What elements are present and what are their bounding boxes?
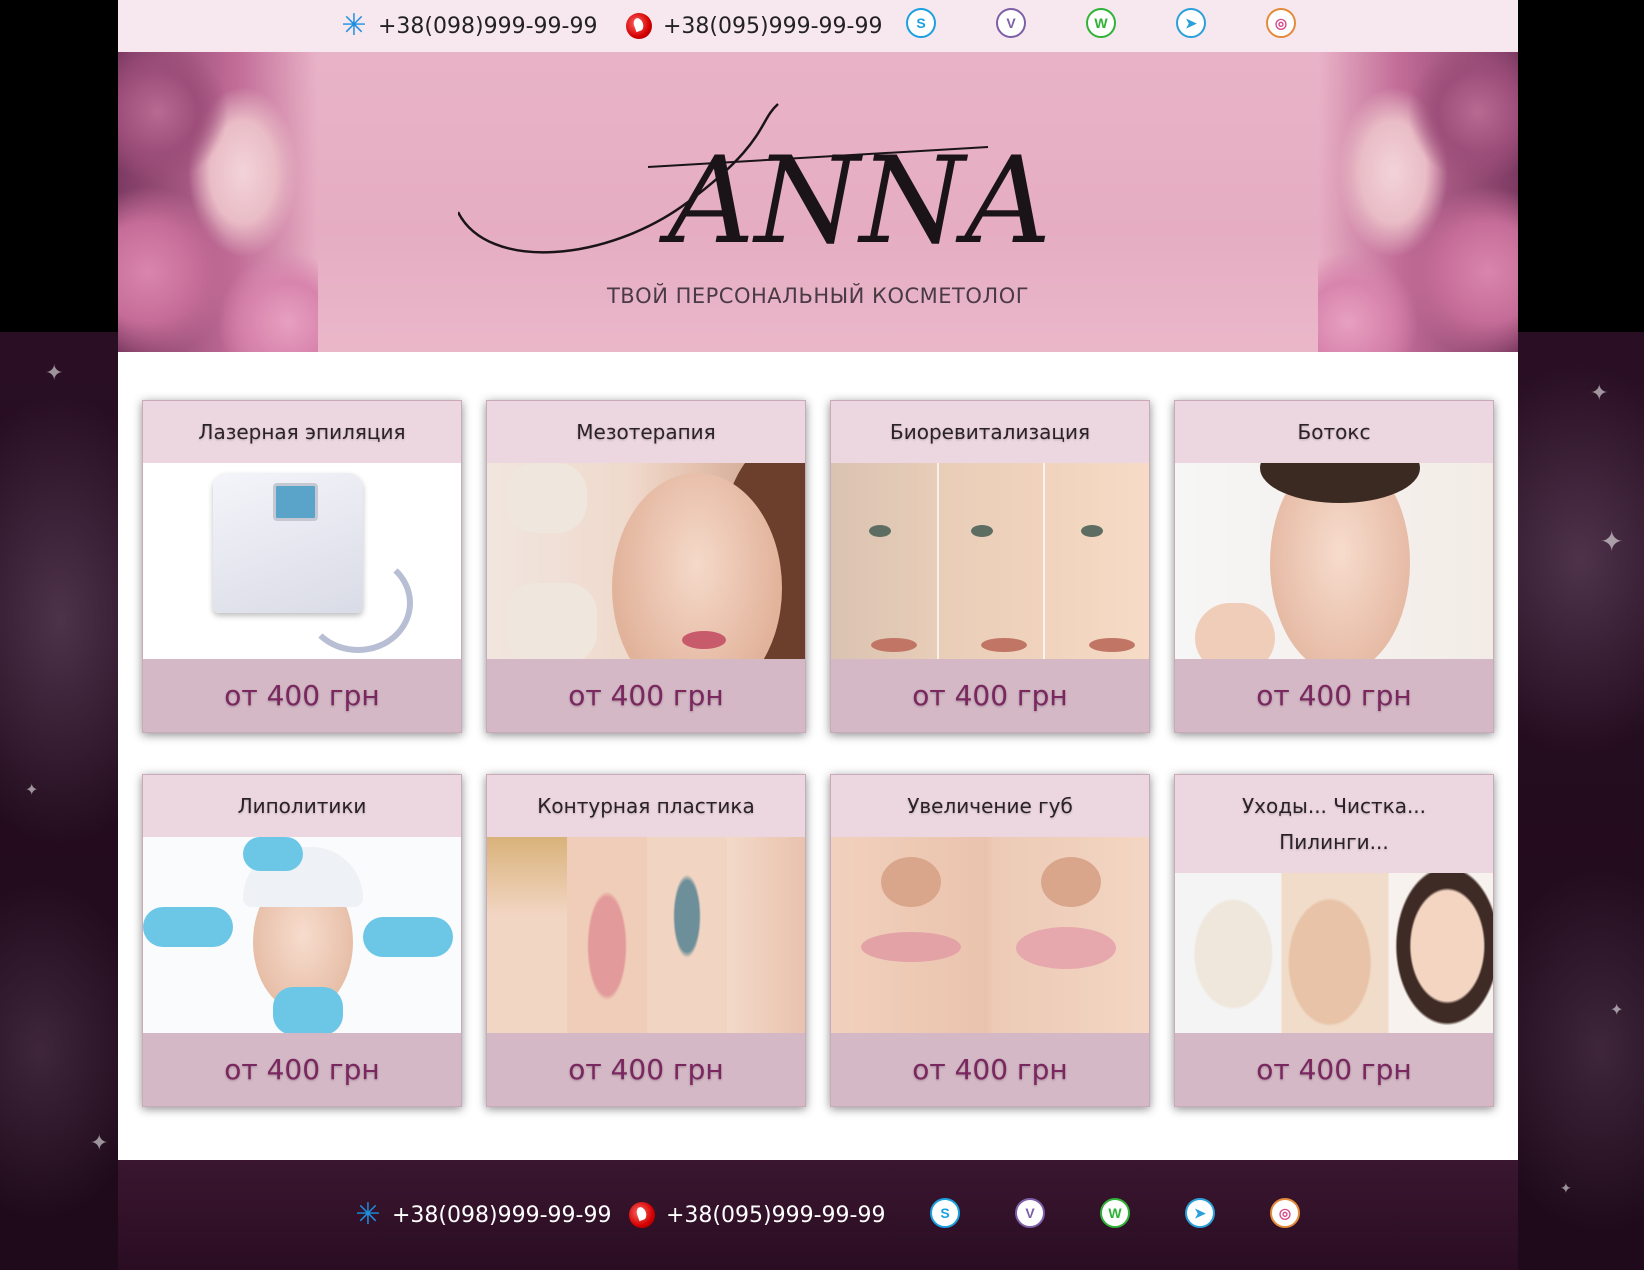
service-card-mesotherapy[interactable]: Мезотерапия от 400 грн: [486, 400, 806, 733]
kyivstar-icon: ✳: [341, 8, 367, 43]
service-title: Увеличение губ: [831, 775, 1149, 837]
service-price: от 400 грн: [487, 1033, 805, 1106]
kyivstar-phone: +38(098)999-99-99: [378, 13, 598, 39]
instagram-icon[interactable]: ◎: [1270, 1198, 1300, 1228]
lipolytics-image: [143, 837, 461, 1035]
viber-icon[interactable]: V: [1015, 1198, 1045, 1228]
sparkle-icon: ✦: [45, 360, 64, 385]
services-section: Лазерная эпиляция от 400 грн Мезотерапия…: [118, 352, 1518, 1160]
laser-device-image: [143, 463, 461, 661]
service-price: от 400 грн: [143, 1033, 461, 1106]
sparkle-icon: ✦: [1610, 1002, 1624, 1019]
service-card-biorevitalization[interactable]: Биоревитализация от 400 грн: [830, 400, 1150, 733]
service-title: Уходы... Чистка... Пилинги...: [1175, 775, 1493, 873]
service-price: от 400 грн: [487, 659, 805, 732]
service-card-lip-augmentation[interactable]: Увеличение губ от 400 грн: [830, 774, 1150, 1107]
service-title: Контурная пластика: [487, 775, 805, 837]
header-banner: ANNA ТВОЙ ПЕРСОНАЛЬНЫЙ КОСМЕТОЛОГ: [118, 52, 1518, 352]
sparkle-icon: ✦: [1590, 380, 1609, 405]
botox-image: [1175, 463, 1493, 661]
vodafone-phone: +38(095)999-99-99: [666, 1202, 886, 1228]
footer-vodafone-phone-link[interactable]: +38(095)999-99-99: [628, 1160, 885, 1270]
whatsapp-icon[interactable]: W: [1086, 8, 1116, 38]
service-title: Липолитики: [143, 775, 461, 837]
sparkle-icon: ✦: [90, 1130, 109, 1155]
service-title: Ботокс: [1175, 401, 1493, 463]
kyivstar-icon: ✳: [355, 1197, 381, 1232]
vodafone-icon: [625, 12, 653, 40]
service-card-lipolytics[interactable]: Липолитики от 400 грн: [142, 774, 462, 1107]
service-price: от 400 грн: [831, 659, 1149, 732]
service-title: Биоревитализация: [831, 401, 1149, 463]
service-title: Мезотерапия: [487, 401, 805, 463]
skype-icon[interactable]: S: [930, 1198, 960, 1228]
telegram-icon[interactable]: ➤: [1185, 1198, 1215, 1228]
vodafone-phone-link[interactable]: +38(095)999-99-99: [625, 0, 882, 52]
service-card-skincare[interactable]: Уходы... Чистка... Пилинги... от 400 грн: [1174, 774, 1494, 1107]
biorevitalization-image: [831, 463, 1149, 661]
tagline: ТВОЙ ПЕРСОНАЛЬНЫЙ КОСМЕТОЛОГ: [606, 284, 1030, 308]
skincare-image: [1175, 873, 1493, 1035]
telegram-icon[interactable]: ➤: [1176, 8, 1206, 38]
top-contact-bar: ✳ +38(098)999-99-99 +38(095)999-99-99 S …: [118, 0, 1518, 52]
footer-contact-bar: ✳ +38(098)999-99-99 +38(095)999-99-99 S …: [118, 1160, 1518, 1270]
instagram-icon[interactable]: ◎: [1266, 8, 1296, 38]
vodafone-icon: [628, 1201, 656, 1229]
lip-augmentation-image: [831, 837, 1149, 1035]
kyivstar-phone-link[interactable]: ✳ +38(098)999-99-99: [340, 0, 597, 52]
service-price: от 400 грн: [1175, 659, 1493, 732]
logo-letters: ANNA: [658, 132, 1051, 271]
service-card-botox[interactable]: Ботокс от 400 грн: [1174, 400, 1494, 733]
sparkle-icon: ✦: [1600, 526, 1624, 557]
service-title: Лазерная эпиляция: [143, 401, 461, 463]
service-price: от 400 грн: [143, 659, 461, 732]
skype-icon[interactable]: S: [906, 8, 936, 38]
service-price: от 400 грн: [831, 1033, 1149, 1106]
service-card-contour[interactable]: Контурная пластика от 400 грн: [486, 774, 806, 1107]
kyivstar-phone: +38(098)999-99-99: [392, 1202, 612, 1228]
mesotherapy-image: [487, 463, 805, 661]
vodafone-phone: +38(095)999-99-99: [663, 13, 883, 39]
page-container: ✳ +38(098)999-99-99 +38(095)999-99-99 S …: [118, 0, 1518, 1270]
whatsapp-icon[interactable]: W: [1100, 1198, 1130, 1228]
footer-kyivstar-phone-link[interactable]: ✳ +38(098)999-99-99: [354, 1160, 611, 1270]
service-card-laser[interactable]: Лазерная эпиляция от 400 грн: [142, 400, 462, 733]
contour-plastic-image: [487, 837, 805, 1035]
sparkle-icon: ✦: [25, 782, 39, 799]
viber-icon[interactable]: V: [996, 8, 1026, 38]
service-price: от 400 грн: [1175, 1033, 1493, 1106]
sparkle-icon: ✦: [1560, 1180, 1572, 1196]
anna-logo: ANNA: [458, 103, 1051, 271]
